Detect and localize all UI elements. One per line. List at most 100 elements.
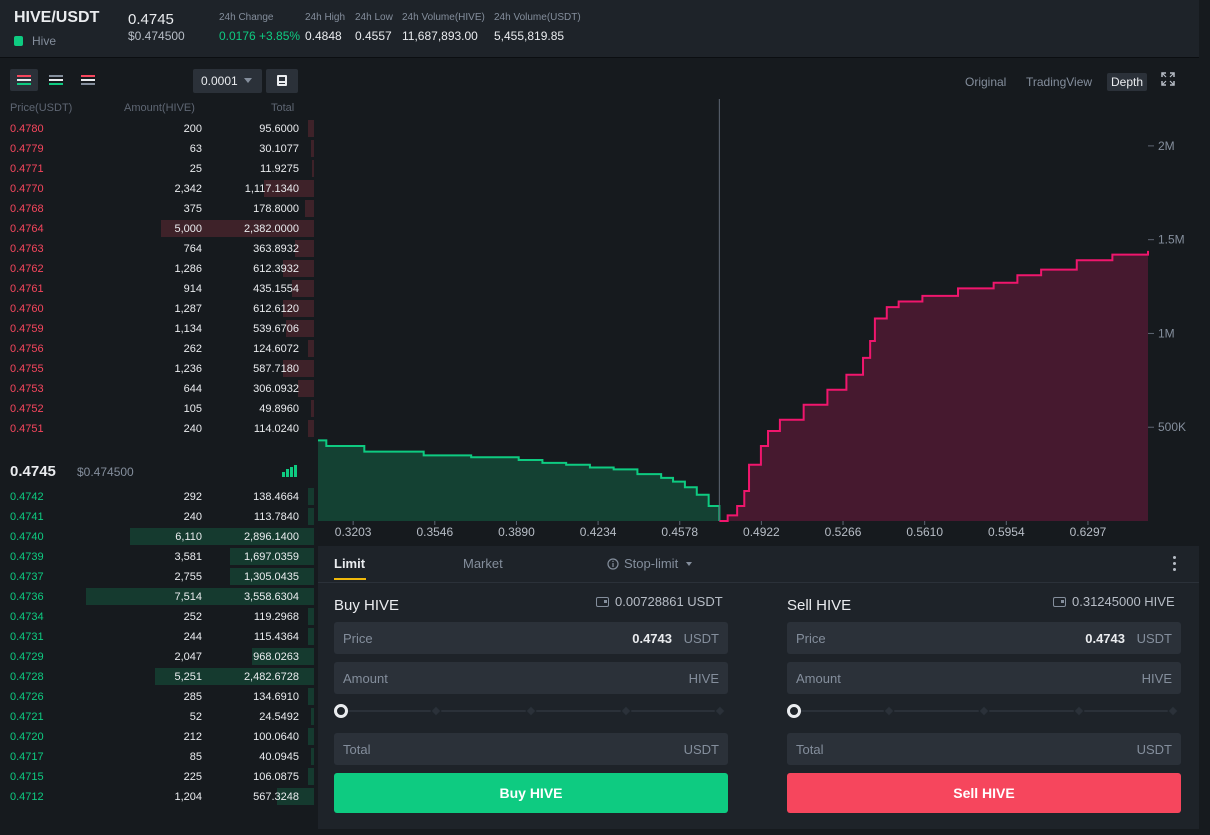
bid-row[interactable]: 0.4739 3,581 1,697.0359 [0,547,316,567]
ask-total: 612.6120 [253,303,299,315]
bid-amount: 52 [189,711,202,723]
bid-row[interactable]: 0.4734 252 119.2968 [0,607,316,627]
bid-row[interactable]: 0.4715 225 106.0875 [0,767,316,787]
stat-value-vol-hive: 11,687,893.00 [402,29,478,43]
orderbook-bids-toggle[interactable] [42,69,70,91]
bid-price: 0.4731 [10,631,44,643]
x-tick-label: 0.3890 [498,525,535,539]
ask-row[interactable]: 0.4756 262 124.6072 [0,339,316,359]
sell-amount-slider[interactable] [787,704,1181,718]
ask-depth-area [719,250,1148,522]
buy-total-input[interactable]: Total USDT [334,733,728,765]
bid-row[interactable]: 0.4717 85 40.0945 [0,747,316,767]
ask-row[interactable]: 0.4760 1,287 612.6120 [0,299,316,319]
buy-amount-slider[interactable] [334,704,728,718]
buy-button[interactable]: Buy HIVE [334,773,728,813]
stat-label-change: 24h Change [219,12,274,23]
sell-price-value: 0.4743 [1085,631,1125,646]
bid-row[interactable]: 0.4721 52 24.5492 [0,707,316,727]
ask-total: 95.6000 [259,123,299,135]
bid-total: 968.0263 [253,651,299,663]
depth-chart[interactable]: 0.3203 0.3546 0.3890 0.4234 0.4578 0.4922 0.52… [318,99,1199,543]
bid-amount: 3,581 [174,551,202,563]
ask-row[interactable]: 0.4780 200 95.6000 [0,119,316,139]
ask-row[interactable]: 0.4764 5,000 2,382.0000 [0,219,316,239]
ask-row[interactable]: 0.4751 240 114.0240 [0,419,316,439]
ask-row[interactable]: 0.4768 375 178.8000 [0,199,316,219]
tab-market[interactable]: Market [463,556,503,571]
pair-title[interactable]: HIVE/USDT [14,9,99,27]
orderbook-settings-button[interactable] [266,69,298,93]
x-tick-label: 0.4234 [580,525,617,539]
col-header-amount: Amount(HIVE) [124,102,195,114]
view-tab-tradingview[interactable]: TradingView [1022,73,1096,91]
buy-amount-input[interactable]: Amount HIVE [334,662,728,694]
col-header-price: Price(USDT) [10,102,73,114]
ask-price: 0.4763 [10,243,44,255]
ask-row[interactable]: 0.4771 25 11.9275 [0,159,316,179]
more-options-icon[interactable] [1173,556,1177,572]
bid-row[interactable]: 0.4720 212 100.0640 [0,727,316,747]
ask-row[interactable]: 0.4763 764 363.8932 [0,239,316,259]
sell-total-input[interactable]: Total USDT [787,733,1181,765]
info-icon[interactable] [607,557,619,570]
bid-row[interactable]: 0.4737 2,755 1,305.0435 [0,567,316,587]
ask-price: 0.4751 [10,423,44,435]
buy-price-input[interactable]: Price 0.4743 USDT [334,622,728,654]
bid-row[interactable]: 0.4740 6,110 2,896.1400 [0,527,316,547]
ask-row[interactable]: 0.4759 1,134 539.6706 [0,319,316,339]
bid-row[interactable]: 0.4742 292 138.4664 [0,487,316,507]
coin-name[interactable]: Hive [14,34,56,48]
x-tick-label: 0.5610 [906,525,943,539]
last-price-usd: $0.474500 [128,29,185,43]
ask-row[interactable]: 0.4770 2,342 1,117.1340 [0,179,316,199]
sell-price-input[interactable]: Price 0.4743 USDT [787,622,1181,654]
chart-panel: Original TradingView Depth 0.3203 0.3546 0… [318,59,1199,543]
bid-amount: 6,110 [175,531,202,543]
bid-total: 134.6910 [253,691,299,703]
bid-amount: 292 [183,491,202,503]
ask-row[interactable]: 0.4761 914 435.1554 [0,279,316,299]
view-tab-original[interactable]: Original [961,73,1010,91]
ask-row[interactable]: 0.4779 63 30.1077 [0,139,316,159]
ask-depth-bar [308,420,314,437]
ask-total: 587.7180 [253,363,299,375]
tick-size-select[interactable]: 0.0001 [193,69,262,93]
buy-slider-handle[interactable] [334,704,348,718]
ask-total: 30.1077 [259,143,299,155]
tab-limit[interactable]: Limit [334,556,365,571]
ask-row[interactable]: 0.4762 1,286 612.3932 [0,259,316,279]
bid-amount: 212 [183,731,202,743]
bid-row[interactable]: 0.4712 1,204 567.3248 [0,787,316,807]
ask-row[interactable]: 0.4753 644 306.0932 [0,379,316,399]
x-tick-label: 0.5954 [988,525,1025,539]
sell-amount-input[interactable]: Amount HIVE [787,662,1181,694]
ask-depth-bar [308,120,314,137]
orderbook-both-toggle[interactable] [10,69,38,91]
ask-row[interactable]: 0.4752 105 49.8960 [0,399,316,419]
bid-row[interactable]: 0.4729 2,047 968.0263 [0,647,316,667]
y-tick-label: 500K [1158,420,1186,434]
bid-row[interactable]: 0.4736 7,514 3,558.6304 [0,587,316,607]
ask-amount: 200 [183,123,202,135]
view-tab-depth[interactable]: Depth [1107,73,1148,91]
stat-value-high: 0.4848 [305,29,342,43]
ask-row[interactable]: 0.4755 1,236 587.7180 [0,359,316,379]
ask-price: 0.4753 [10,383,44,395]
expand-icon[interactable] [1161,72,1175,86]
bid-row[interactable]: 0.4741 240 113.7840 [0,507,316,527]
sell-slider-handle[interactable] [787,704,801,718]
bid-row[interactable]: 0.4726 285 134.6910 [0,687,316,707]
bid-total: 113.7840 [253,511,299,523]
ask-total: 1,117.1340 [244,183,299,195]
tab-stop-limit[interactable]: Stop-limit [607,556,693,571]
orderbook-asks-toggle[interactable] [74,69,102,91]
ask-depth-bar [308,340,314,357]
ask-amount: 644 [183,383,202,395]
bid-row[interactable]: 0.4728 5,251 2,482.6728 [0,667,316,687]
bid-amount: 5,251 [174,671,202,683]
bid-total: 106.0875 [253,771,299,783]
bid-row[interactable]: 0.4731 244 115.4364 [0,627,316,647]
sell-button[interactable]: Sell HIVE [787,773,1181,813]
buy-price-label: Price [343,631,373,646]
